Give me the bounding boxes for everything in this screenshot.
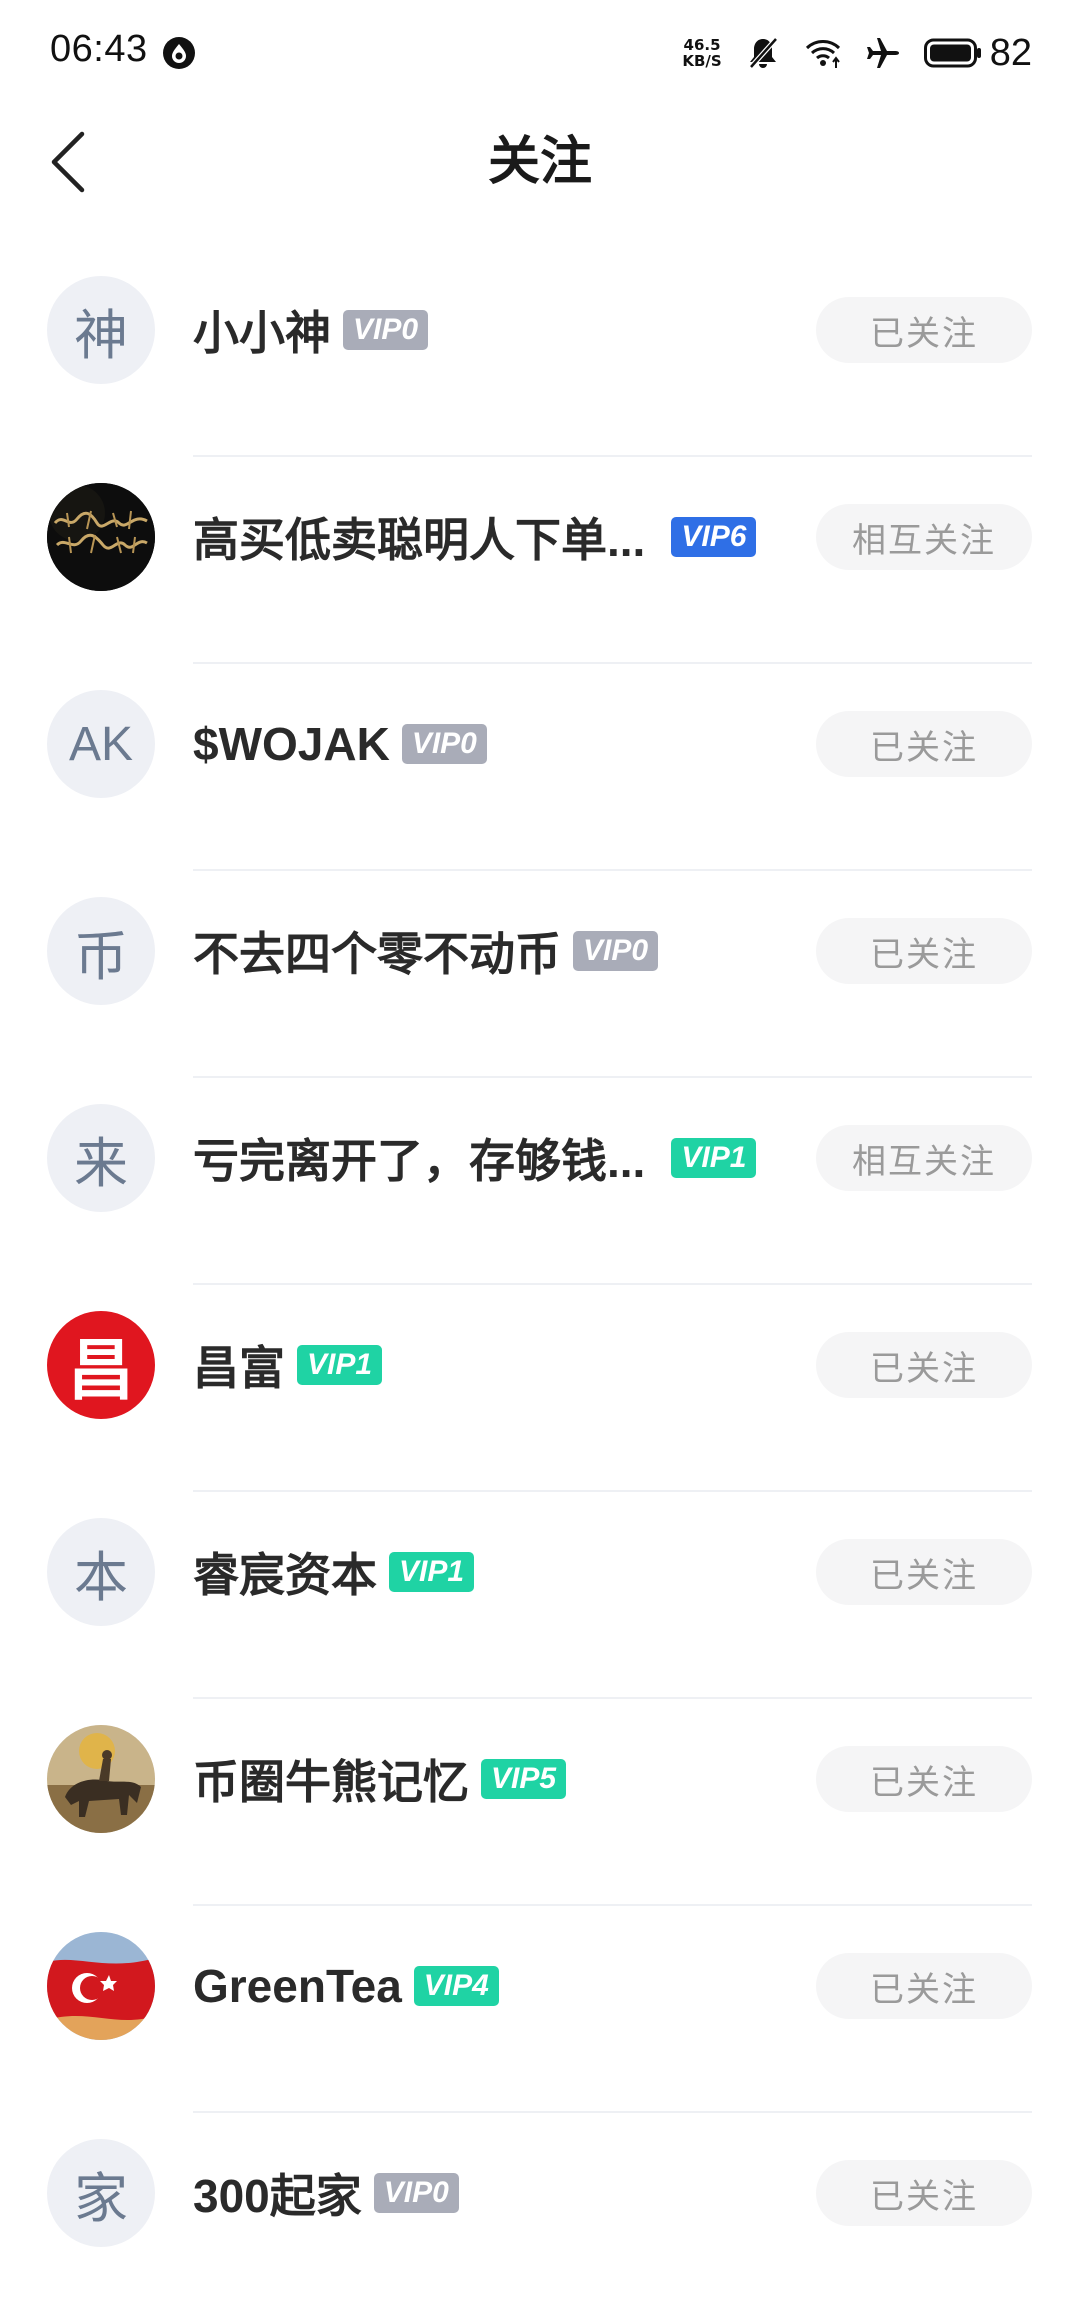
name-row: 亏完离开了，存够钱... VIP1	[193, 1126, 757, 1190]
vip-badge: VIP0	[401, 724, 487, 764]
avatar[interactable]: 神	[47, 276, 155, 384]
vip-badge: VIP1	[297, 1345, 383, 1385]
turkish-flag-avatar-image	[47, 1932, 155, 2040]
mute-bell-icon	[747, 36, 779, 70]
username: GreenTea	[193, 1960, 402, 2012]
header: 关注	[0, 110, 1080, 230]
network-speed-unit: KB/S	[682, 52, 722, 70]
vip-badge: VIP0	[343, 310, 429, 350]
username: 睿宸资本	[193, 1549, 377, 1601]
vip-badge: VIP1	[389, 1552, 475, 1592]
follow-status-button[interactable]: 已关注	[816, 711, 1032, 777]
name-row: 昌富 VIP1	[193, 1333, 383, 1397]
network-speed-value: 46.5	[683, 36, 721, 54]
status-icons: 46.5 KB/S 82	[682, 26, 1032, 80]
list-item[interactable]: 币 不去四个零不动币 VIP0 已关注	[0, 871, 1080, 1078]
name-row: 小小神 VIP0	[193, 298, 429, 362]
list-item[interactable]: 高买低卖聪明人下单... VIP6 相互关注	[0, 457, 1080, 664]
name-row: 币圈牛熊记忆 VIP5	[193, 1747, 567, 1811]
list-item[interactable]: 币圈牛熊记忆 VIP5 已关注	[0, 1699, 1080, 1906]
vip-badge: VIP6	[671, 517, 757, 557]
network-speed: 46.5 KB/S	[682, 37, 721, 69]
username: 不去四个零不动币	[193, 928, 561, 980]
avatar[interactable]	[47, 1932, 155, 2040]
username: 币圈牛熊记忆	[193, 1756, 469, 1808]
follow-status-button[interactable]: 相互关注	[816, 1125, 1032, 1191]
wifi-icon	[805, 40, 840, 68]
username: 亏完离开了，存够钱...	[193, 1135, 646, 1187]
name-row: 高买低卖聪明人下单... VIP6	[193, 505, 757, 569]
avatar[interactable]: 币	[47, 897, 155, 1005]
follow-status-button[interactable]: 已关注	[816, 918, 1032, 984]
avatar[interactable]: 来	[47, 1104, 155, 1212]
follow-status-button[interactable]: 已关注	[816, 2160, 1032, 2226]
battery-percentage: 82	[989, 31, 1032, 74]
follow-status-button[interactable]: 已关注	[816, 1539, 1032, 1605]
avatar[interactable]: 本	[47, 1518, 155, 1626]
vip-badge: VIP1	[671, 1138, 757, 1178]
list-item[interactable]: GreenTea VIP4 已关注	[0, 1906, 1080, 2113]
name-row: 300起家 VIP0	[193, 2161, 459, 2225]
avatar[interactable]	[47, 483, 155, 591]
username: 300起家	[193, 2170, 362, 2222]
name-row: GreenTea VIP4	[193, 1954, 499, 2018]
follow-status-button[interactable]: 已关注	[816, 1953, 1032, 2019]
list-item[interactable]: 本 睿宸资本 VIP1 已关注	[0, 1492, 1080, 1699]
airplane-mode-icon	[866, 38, 899, 68]
username: 昌富	[193, 1342, 285, 1394]
avatar[interactable]: 家	[47, 2139, 155, 2247]
avatar[interactable]: 昌	[47, 1311, 155, 1419]
name-row: 睿宸资本 VIP1	[193, 1540, 475, 1604]
follow-status-button[interactable]: 已关注	[816, 1332, 1032, 1398]
vip-badge: VIP0	[373, 2173, 459, 2213]
vip-badge: VIP0	[573, 931, 659, 971]
bull-rider-avatar-image	[47, 1725, 155, 1833]
name-row: $WOJAK VIP0	[193, 712, 487, 776]
follow-status-button[interactable]: 已关注	[816, 1746, 1032, 1812]
list-item[interactable]: AK $WOJAK VIP0 已关注	[0, 664, 1080, 871]
vip-badge: VIP5	[481, 1759, 567, 1799]
follow-status-button[interactable]: 相互关注	[816, 504, 1032, 570]
name-row: 不去四个零不动币 VIP0	[193, 919, 659, 983]
avatar[interactable]: AK	[47, 690, 155, 798]
vip-badge: VIP4	[413, 1966, 499, 2006]
list-item[interactable]: 来 亏完离开了，存够钱... VIP1 相互关注	[0, 1078, 1080, 1285]
list-item[interactable]: 家 300起家 VIP0 已关注	[0, 2113, 1080, 2320]
battery-icon	[923, 38, 981, 68]
status-time: 06:43	[50, 28, 148, 70]
username: 高买低卖聪明人下单...	[193, 514, 646, 566]
list-item[interactable]: 神 小小神 VIP0 已关注	[0, 250, 1080, 457]
list-item[interactable]: 昌 昌富 VIP1 已关注	[0, 1285, 1080, 1492]
follow-list: 神 小小神 VIP0 已关注 高买低卖聪明人下单... VIP6 相互关注 AK…	[0, 250, 1080, 2320]
battery: 82	[923, 31, 1032, 75]
username: $WOJAK	[193, 718, 390, 770]
app-notification-icon	[163, 37, 195, 69]
follow-status-button[interactable]: 已关注	[816, 297, 1032, 363]
avatar[interactable]	[47, 1725, 155, 1833]
username: 小小神	[193, 307, 331, 359]
page-title: 关注	[487, 133, 592, 191]
status-bar: 06:43 46.5 KB/S 82	[0, 0, 1080, 110]
calligraphy-avatar-image	[47, 483, 155, 591]
